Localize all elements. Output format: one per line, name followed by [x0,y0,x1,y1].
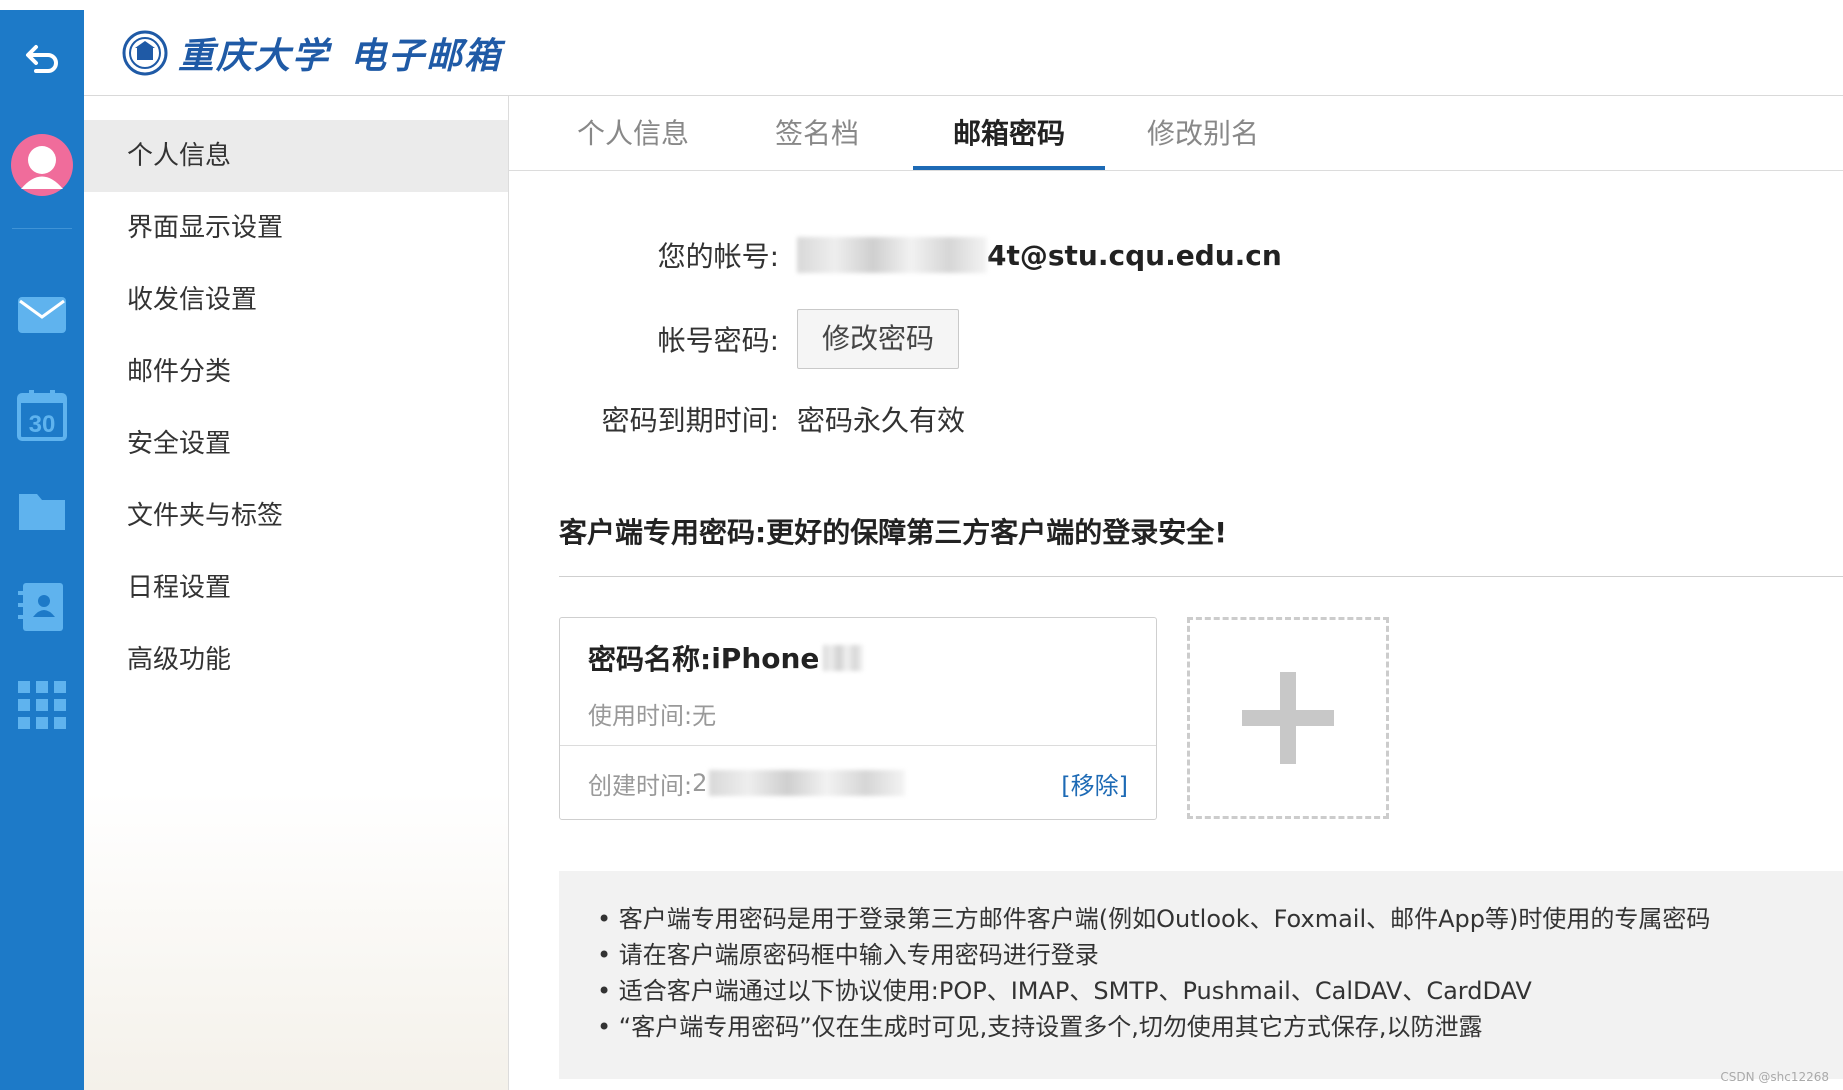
remove-link[interactable]: [移除] [1061,766,1128,801]
menu-item-send-receive-settings[interactable]: 收发信设置 [84,264,508,336]
mail-icon[interactable] [0,280,84,350]
card-used-value: 无 [692,702,717,730]
card-used-row: 使用时间:无 [588,696,1156,731]
menu-item-personal-info[interactable]: 个人信息 [84,120,508,192]
account-value: 4t@stu.cqu.edu.cn [987,238,1282,272]
account-row: 您的帐号: 4t@stu.cqu.edu.cn [509,235,1282,275]
brand-name: 重庆大学 [178,34,331,77]
menu-item-advanced-features[interactable]: 高级功能 [84,624,508,696]
settings-tabs: 个人信息 签名档 邮箱密码 修改别名 [509,96,1843,171]
info-line: • 适合客户端通过以下协议使用:POP、IMAP、SMTP、Pushmail、C… [597,977,1532,1005]
section-divider [559,576,1843,577]
client-password-section-title: 客户端专用密码:更好的保障第三方客户端的登录安全! [559,516,1227,549]
password-label: 帐号密码: [657,324,779,357]
header: 重庆大学 电子邮箱 [84,10,1843,96]
info-line: • 客户端专用密码是用于登录第三方邮件客户端(例如Outlook、Foxmail… [597,905,1711,933]
menu-item-calendar-settings[interactable]: 日程设置 [84,552,508,624]
password-row: 帐号密码: 修改密码 [509,309,960,369]
info-line: • 请在客户端原密码框中输入专用密码进行登录 [597,941,1099,969]
folder-icon[interactable] [0,472,84,548]
avatar[interactable] [0,125,84,205]
card-created-redacted [709,770,906,796]
apps-grid-icon[interactable] [0,670,84,740]
expiry-row: 密码到期时间: 密码永久有效 [509,399,965,439]
plus-icon [1242,672,1334,764]
tab-personal-info[interactable]: 个人信息 [539,98,727,170]
menu-item-folders-and-labels[interactable]: 文件夹与标签 [84,480,508,552]
expiry-label: 密码到期时间: [601,404,779,437]
university-seal-icon [122,30,168,75]
expiry-value: 密码永久有效 [797,404,966,437]
client-password-card: 密码名称: iPhone 使用时间:无 创建时间: 2 [移除] [559,617,1157,820]
menu-item-mail-categories[interactable]: 邮件分类 [84,336,508,408]
brand-logo[interactable]: 重庆大学 电子邮箱 [122,27,502,79]
card-used-label: 使用时间: [588,702,693,730]
info-line: • “客户端专用密码”仅在生成时可见,支持设置多个,切勿使用其它方式保存,以防泄… [597,1013,1483,1041]
card-name-redacted [823,645,864,671]
settings-menu: 个人信息 界面显示设置 收发信设置 邮件分类 安全设置 文件夹与标签 日程设置 … [84,96,509,1090]
back-icon[interactable] [0,24,84,94]
watermark: CSDN @shc12268 [1720,1070,1829,1084]
card-name-row: 密码名称: iPhone [588,638,1156,678]
card-created-label: 创建时间: [588,771,693,800]
calendar-icon[interactable]: 30 [0,375,84,455]
card-name-label: 密码名称: [588,643,712,676]
calendar-day: 30 [29,411,56,438]
card-created-value: 2 [692,769,708,797]
tab-change-alias[interactable]: 修改别名 [1105,98,1301,170]
account-redacted [797,237,987,273]
card-created-row: 创建时间: 2 [588,766,906,801]
menu-item-security-settings[interactable]: 安全设置 [84,408,508,480]
tab-mailbox-password[interactable]: 邮箱密码 [913,98,1105,170]
brand-subtitle: 电子邮箱 [350,34,503,77]
card-name-value: iPhone [711,641,820,675]
icon-rail: 30 [0,10,84,1090]
change-password-button[interactable]: 修改密码 [797,309,960,369]
menu-item-display-settings[interactable]: 界面显示设置 [84,192,508,264]
contacts-icon[interactable] [0,567,84,647]
rail-divider [12,228,72,229]
tab-signature[interactable]: 签名档 [727,98,907,170]
add-client-password-button[interactable] [1187,617,1389,819]
account-label: 您的帐号: [657,240,779,273]
info-box: • 客户端专用密码是用于登录第三方邮件客户端(例如Outlook、Foxmail… [559,871,1843,1079]
